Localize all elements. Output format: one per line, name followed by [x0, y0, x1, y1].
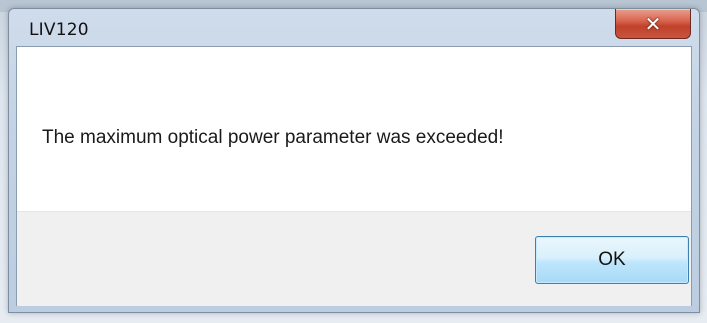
- message-area: The maximum optical power parameter was …: [17, 47, 691, 211]
- ok-button[interactable]: OK: [535, 236, 689, 284]
- title-bar[interactable]: LIV120 ✕: [9, 9, 699, 47]
- dialog-client-area: The maximum optical power parameter was …: [16, 46, 692, 306]
- button-panel: OK: [17, 211, 691, 306]
- message-dialog-window: LIV120 ✕ The maximum optical power param…: [8, 8, 700, 313]
- message-text: The maximum optical power parameter was …: [42, 127, 504, 148]
- window-title: LIV120: [29, 20, 89, 40]
- close-button[interactable]: ✕: [615, 9, 691, 39]
- close-icon: ✕: [644, 11, 662, 36]
